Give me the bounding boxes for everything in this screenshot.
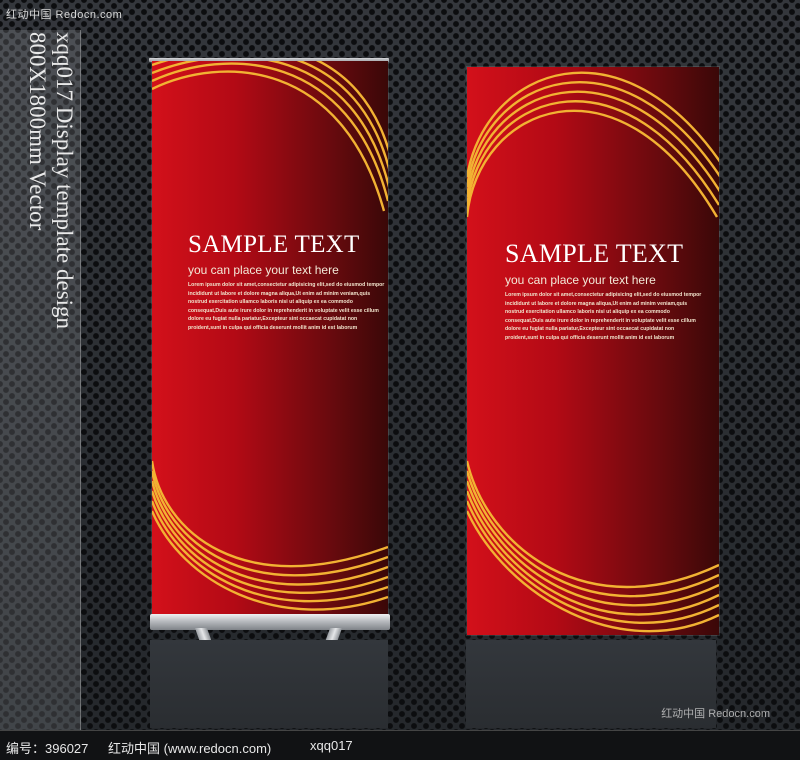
side-caption: xqq017 Display template design 800X1800m… xyxy=(24,32,78,432)
body-line: nostrud exercitation ullamco laboris nis… xyxy=(188,299,353,306)
footer-site: 红动中国 (www.redocn.com) xyxy=(108,741,272,756)
body-line: incididunt ut labore et dolore magna ali… xyxy=(188,290,371,297)
banner-right-subtitle: you can place your text here xyxy=(505,273,656,287)
body-line: proident,sunt in culpa qui officia deser… xyxy=(188,324,358,331)
floor-panel-left xyxy=(150,640,388,728)
watermark-bottom-right: 红动中国 Redocn.com xyxy=(661,708,770,720)
banner-left-title: SAMPLE TEXT xyxy=(188,231,360,258)
body-line: Lorem ipsum dolor sit amet,consectetur a… xyxy=(505,292,702,298)
body-line: dolore eu fugiat nulla pariatur,Excepteu… xyxy=(188,316,358,323)
footer-bar: 编号：396027 红动中国 (www.redocn.com) xqq017 xyxy=(0,730,800,760)
banner-left-gold-arcs xyxy=(152,61,388,611)
stand-base xyxy=(150,614,390,630)
banner-right-gold-arcs xyxy=(467,71,719,633)
footer-code: xqq017 xyxy=(310,738,353,753)
banner-left-body: Lorem ipsum dolor sit amet,consectetur a… xyxy=(188,281,385,333)
body-line: nostrud exercitation ullamco laboris nis… xyxy=(505,309,670,316)
banner-right: SAMPLE TEXT you can place your text here… xyxy=(466,66,720,636)
side-caption-line-1: xqq017 Display template design xyxy=(52,32,77,330)
footer-id: 编号：396027 xyxy=(6,741,89,756)
banner-right-body: Lorem ipsum dolor sit amet,consectetur a… xyxy=(505,291,702,343)
body-line: consequat,Duis aute irure dolor in repre… xyxy=(188,307,379,314)
side-caption-line-2: 800X1800mm Vector xyxy=(25,32,50,231)
body-line: dolore eu fugiat nulla pariatur,Excepteu… xyxy=(505,326,675,333)
watermark-top: 红动中国 Redocn.com xyxy=(6,9,123,21)
banner-left-subtitle: you can place your text here xyxy=(188,263,339,277)
body-line: Lorem ipsum dolor sit amet,consectetur a… xyxy=(188,282,385,288)
banner-left: SAMPLE TEXT you can place your text here… xyxy=(151,60,389,618)
body-line: proident,sunt in culpa qui officia deser… xyxy=(505,334,675,341)
body-line: consequat,Duis aute irure dolor in repre… xyxy=(505,317,696,324)
body-line: incididunt ut labore et dolore magna ali… xyxy=(505,300,688,307)
banner-left-text: SAMPLE TEXT you can place your text here… xyxy=(188,231,385,333)
banner-right-title: SAMPLE TEXT xyxy=(505,239,684,268)
display-template-canvas: 红动中国 Redocn.com xqq017 Display template … xyxy=(0,0,800,760)
banner-right-text: SAMPLE TEXT you can place your text here… xyxy=(505,239,702,343)
